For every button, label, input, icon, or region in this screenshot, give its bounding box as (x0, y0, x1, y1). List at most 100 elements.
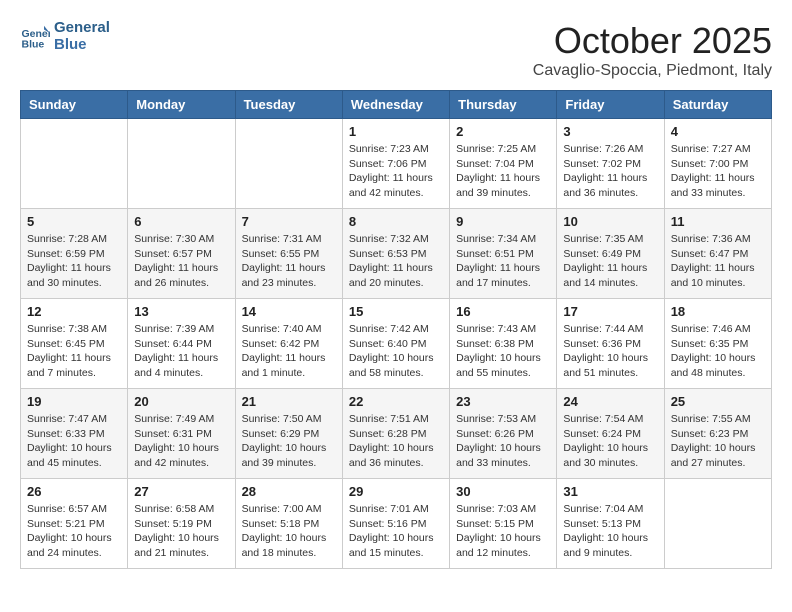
weekday-header-friday: Friday (557, 91, 664, 119)
calendar-cell: 3 Sunrise: 7:26 AM Sunset: 7:02 PM Daylig… (557, 119, 664, 209)
day-info: Sunrise: 7:39 AM Sunset: 6:44 PM Dayligh… (134, 322, 228, 381)
day-number: 6 (134, 214, 228, 229)
day-info: Sunrise: 7:31 AM Sunset: 6:55 PM Dayligh… (242, 232, 336, 291)
day-info: Sunrise: 7:30 AM Sunset: 6:57 PM Dayligh… (134, 232, 228, 291)
day-number: 28 (242, 484, 336, 499)
calendar-cell: 4 Sunrise: 7:27 AM Sunset: 7:00 PM Daylig… (664, 119, 771, 209)
month-title: October 2025 (533, 20, 772, 62)
calendar-cell: 29 Sunrise: 7:01 AM Sunset: 5:16 PM Dayli… (342, 479, 449, 569)
day-info: Sunrise: 7:23 AM Sunset: 7:06 PM Dayligh… (349, 142, 443, 201)
day-number: 18 (671, 304, 765, 319)
day-info: Sunrise: 7:34 AM Sunset: 6:51 PM Dayligh… (456, 232, 550, 291)
day-info: Sunrise: 7:43 AM Sunset: 6:38 PM Dayligh… (456, 322, 550, 381)
day-number: 9 (456, 214, 550, 229)
calendar-cell: 6 Sunrise: 7:30 AM Sunset: 6:57 PM Daylig… (128, 209, 235, 299)
day-info: Sunrise: 7:35 AM Sunset: 6:49 PM Dayligh… (563, 232, 657, 291)
day-number: 16 (456, 304, 550, 319)
day-number: 23 (456, 394, 550, 409)
day-info: Sunrise: 7:50 AM Sunset: 6:29 PM Dayligh… (242, 412, 336, 471)
calendar: SundayMondayTuesdayWednesdayThursdayFrid… (20, 90, 772, 569)
calendar-cell: 12 Sunrise: 7:38 AM Sunset: 6:45 PM Dayli… (21, 299, 128, 389)
day-info: Sunrise: 7:55 AM Sunset: 6:23 PM Dayligh… (671, 412, 765, 471)
calendar-cell: 20 Sunrise: 7:49 AM Sunset: 6:31 PM Dayli… (128, 389, 235, 479)
day-info: Sunrise: 7:32 AM Sunset: 6:53 PM Dayligh… (349, 232, 443, 291)
weekday-header-thursday: Thursday (450, 91, 557, 119)
calendar-cell: 22 Sunrise: 7:51 AM Sunset: 6:28 PM Dayli… (342, 389, 449, 479)
day-info: Sunrise: 6:58 AM Sunset: 5:19 PM Dayligh… (134, 502, 228, 561)
logo-line1: General (54, 20, 110, 37)
day-number: 21 (242, 394, 336, 409)
day-number: 17 (563, 304, 657, 319)
day-number: 13 (134, 304, 228, 319)
day-info: Sunrise: 7:01 AM Sunset: 5:16 PM Dayligh… (349, 502, 443, 561)
week-row-4: 19Sunrise: 7:47 AM Sunset: 6:33 PM Dayli… (21, 389, 772, 479)
day-number: 10 (563, 214, 657, 229)
day-info: Sunrise: 7:42 AM Sunset: 6:40 PM Dayligh… (349, 322, 443, 381)
calendar-cell: 21 Sunrise: 7:50 AM Sunset: 6:29 PM Dayli… (235, 389, 342, 479)
calendar-cell (235, 119, 342, 209)
weekday-header-tuesday: Tuesday (235, 91, 342, 119)
calendar-cell (21, 119, 128, 209)
day-number: 19 (27, 394, 121, 409)
calendar-cell: 28 Sunrise: 7:00 AM Sunset: 5:18 PM Dayli… (235, 479, 342, 569)
day-number: 8 (349, 214, 443, 229)
svg-text:Blue: Blue (22, 38, 45, 50)
location: Cavaglio-Spoccia, Piedmont, Italy (533, 62, 772, 80)
day-number: 22 (349, 394, 443, 409)
week-row-2: 5Sunrise: 7:28 AM Sunset: 6:59 PM Daylig… (21, 209, 772, 299)
calendar-cell: 14 Sunrise: 7:40 AM Sunset: 6:42 PM Dayli… (235, 299, 342, 389)
weekday-header-sunday: Sunday (21, 91, 128, 119)
day-info: Sunrise: 7:40 AM Sunset: 6:42 PM Dayligh… (242, 322, 336, 381)
calendar-cell: 23 Sunrise: 7:53 AM Sunset: 6:26 PM Dayli… (450, 389, 557, 479)
day-info: Sunrise: 7:36 AM Sunset: 6:47 PM Dayligh… (671, 232, 765, 291)
day-number: 4 (671, 124, 765, 139)
calendar-cell: 26Sunrise: 6:57 AM Sunset: 5:21 PM Dayli… (21, 479, 128, 569)
logo-icon: General Blue (20, 22, 50, 52)
calendar-cell: 19Sunrise: 7:47 AM Sunset: 6:33 PM Dayli… (21, 389, 128, 479)
day-number: 27 (134, 484, 228, 499)
weekday-header-monday: Monday (128, 91, 235, 119)
week-row-3: 12 Sunrise: 7:38 AM Sunset: 6:45 PM Dayli… (21, 299, 772, 389)
day-number: 20 (134, 394, 228, 409)
calendar-cell: 31Sunrise: 7:04 AM Sunset: 5:13 PM Dayli… (557, 479, 664, 569)
calendar-cell: 2 Sunrise: 7:25 AM Sunset: 7:04 PM Daylig… (450, 119, 557, 209)
day-info: Sunrise: 7:54 AM Sunset: 6:24 PM Dayligh… (563, 412, 657, 471)
day-info: Sunrise: 7:51 AM Sunset: 6:28 PM Dayligh… (349, 412, 443, 471)
day-number: 31 (563, 484, 657, 499)
day-number: 1 (349, 124, 443, 139)
calendar-cell: 8 Sunrise: 7:32 AM Sunset: 6:53 PM Daylig… (342, 209, 449, 299)
day-info: Sunrise: 7:53 AM Sunset: 6:26 PM Dayligh… (456, 412, 550, 471)
day-number: 29 (349, 484, 443, 499)
calendar-cell: 9 Sunrise: 7:34 AM Sunset: 6:51 PM Daylig… (450, 209, 557, 299)
week-row-5: 26Sunrise: 6:57 AM Sunset: 5:21 PM Dayli… (21, 479, 772, 569)
logo-line2: Blue (54, 37, 110, 54)
calendar-cell: 13 Sunrise: 7:39 AM Sunset: 6:44 PM Dayli… (128, 299, 235, 389)
day-info: Sunrise: 7:25 AM Sunset: 7:04 PM Dayligh… (456, 142, 550, 201)
calendar-cell: 10 Sunrise: 7:35 AM Sunset: 6:49 PM Dayli… (557, 209, 664, 299)
day-number: 14 (242, 304, 336, 319)
day-info: Sunrise: 7:00 AM Sunset: 5:18 PM Dayligh… (242, 502, 336, 561)
day-info: Sunrise: 7:28 AM Sunset: 6:59 PM Dayligh… (27, 232, 121, 291)
day-info: Sunrise: 7:49 AM Sunset: 6:31 PM Dayligh… (134, 412, 228, 471)
day-info: Sunrise: 7:26 AM Sunset: 7:02 PM Dayligh… (563, 142, 657, 201)
day-info: Sunrise: 7:44 AM Sunset: 6:36 PM Dayligh… (563, 322, 657, 381)
day-number: 12 (27, 304, 121, 319)
day-number: 24 (563, 394, 657, 409)
calendar-cell: 17 Sunrise: 7:44 AM Sunset: 6:36 PM Dayli… (557, 299, 664, 389)
day-number: 11 (671, 214, 765, 229)
day-info: Sunrise: 7:27 AM Sunset: 7:00 PM Dayligh… (671, 142, 765, 201)
weekday-header-saturday: Saturday (664, 91, 771, 119)
day-info: Sunrise: 7:03 AM Sunset: 5:15 PM Dayligh… (456, 502, 550, 561)
calendar-cell: 11 Sunrise: 7:36 AM Sunset: 6:47 PM Dayli… (664, 209, 771, 299)
calendar-cell: 18 Sunrise: 7:46 AM Sunset: 6:35 PM Dayli… (664, 299, 771, 389)
calendar-cell: 30Sunrise: 7:03 AM Sunset: 5:15 PM Dayli… (450, 479, 557, 569)
day-number: 25 (671, 394, 765, 409)
day-number: 3 (563, 124, 657, 139)
day-info: Sunrise: 7:46 AM Sunset: 6:35 PM Dayligh… (671, 322, 765, 381)
day-number: 2 (456, 124, 550, 139)
calendar-cell: 16 Sunrise: 7:43 AM Sunset: 6:38 PM Dayli… (450, 299, 557, 389)
calendar-cell: 7Sunrise: 7:31 AM Sunset: 6:55 PM Daylig… (235, 209, 342, 299)
calendar-cell (664, 479, 771, 569)
day-info: Sunrise: 7:38 AM Sunset: 6:45 PM Dayligh… (27, 322, 121, 381)
weekday-header-wednesday: Wednesday (342, 91, 449, 119)
